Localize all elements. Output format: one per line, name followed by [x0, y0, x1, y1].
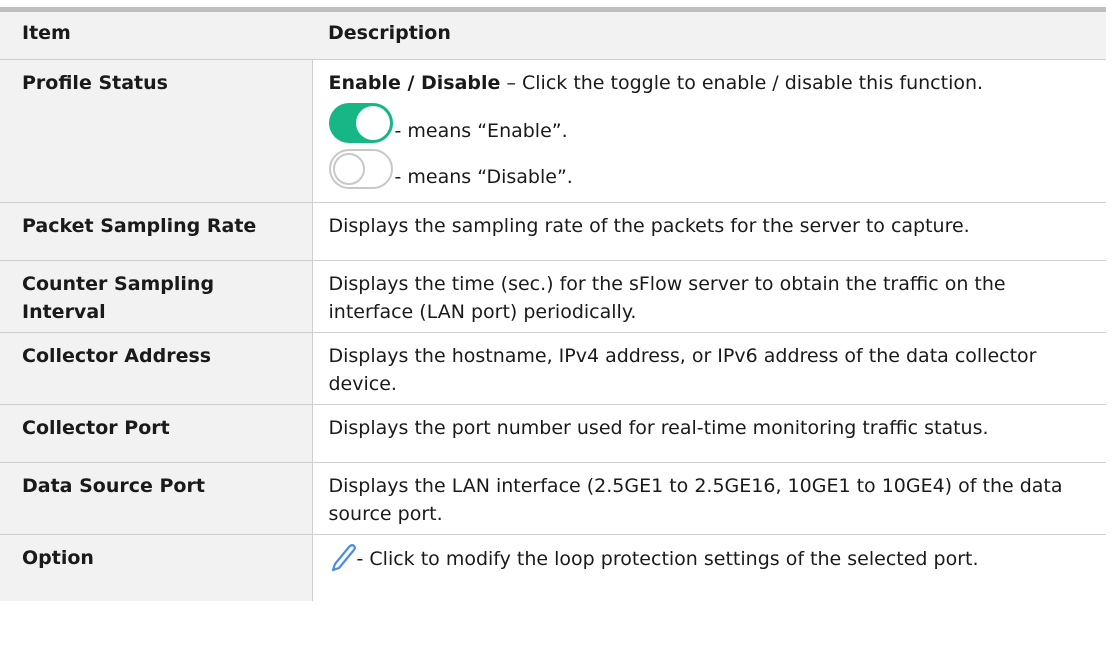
desc-text: Displays the port number used for real-t… [328, 417, 989, 439]
description-table: Item Description Profile Status Enable /… [0, 12, 1106, 601]
item-cell: Data Source Port [0, 462, 312, 535]
desc-cell: Enable / Disable – Click the toggle to e… [311, 59, 1107, 203]
item-label: Packet Sampling Rate [22, 215, 257, 237]
desc-text: Enable / Disable – Click the toggle to e… [313, 60, 1107, 97]
desc-text: Displays the sampling rate of the packet… [328, 215, 970, 237]
desc-text: Displays the time (sec.) for the sFlow s… [328, 273, 1006, 323]
table-row: Profile Status Enable / Disable – Click … [0, 59, 1107, 203]
item-label: Option [22, 547, 94, 569]
toggle-off-icon [328, 149, 393, 189]
item-label: Collector Port [22, 417, 170, 439]
option-desc-text: - Click to modify the loop protection se… [356, 548, 979, 570]
desc-cell: - Click to modify the loop protection se… [311, 534, 1107, 601]
item-cell: Option [0, 534, 312, 601]
pencil-icon [331, 544, 356, 571]
toggle-off-text: - means “Disable”. [394, 166, 573, 188]
item-cell: Collector Address [0, 332, 312, 405]
desc-text: Displays the hostname, IPv4 address, or … [328, 345, 1037, 395]
item-cell: Counter Sampling Interval [0, 260, 312, 333]
table-row: Packet Sampling Rate Displays the sampli… [0, 202, 1106, 261]
desc-cell: Displays the sampling rate of the packet… [311, 202, 1106, 261]
desc-text: Displays the LAN interface (2.5GE1 to 2.… [328, 475, 1063, 525]
toggle-on-example: - means “Enable”. [313, 97, 1107, 143]
item-cell: Collector Port [0, 404, 312, 463]
header-desc-label: Description [328, 22, 451, 44]
desc-cell: Displays the hostname, IPv4 address, or … [311, 332, 1106, 405]
item-cell: Profile Status [0, 59, 312, 203]
toggle-off-example: - means “Disable”. [313, 143, 1107, 189]
desc-bold-text: Enable / Disable [328, 72, 501, 94]
header-item-label: Item [22, 22, 71, 44]
desc-cell: Displays the time (sec.) for the sFlow s… [311, 260, 1106, 333]
item-cell: Packet Sampling Rate [0, 202, 312, 261]
table-header-row: Item Description [0, 12, 1106, 60]
toggle-on-icon [328, 103, 393, 143]
item-label: Collector Address [22, 345, 212, 367]
desc-cell: Displays the port number used for real-t… [311, 404, 1106, 463]
desc-cell: Displays the LAN interface (2.5GE1 to 2.… [311, 462, 1106, 535]
header-desc-cell: Description [312, 12, 1106, 60]
table-row: Data Source Port Displays the LAN interf… [0, 462, 1106, 535]
header-item-cell: Item [0, 12, 312, 60]
item-label: Counter Sampling Interval [22, 273, 215, 323]
item-label: Profile Status [22, 72, 168, 94]
item-label: Data Source Port [22, 475, 205, 497]
desc-rest-text: – Click the toggle to enable / disable t… [500, 72, 984, 94]
toggle-on-text: - means “Enable”. [394, 120, 568, 142]
table-row: Option - Click to modify the loop protec… [0, 534, 1107, 601]
document-page: Item Description Profile Status Enable /… [0, 0, 1120, 654]
option-line: - Click to modify the loop protection se… [313, 535, 1107, 571]
table-row: Collector Address Displays the hostname,… [0, 332, 1106, 405]
table-row: Counter Sampling Interval Displays the t… [0, 260, 1106, 333]
table-row: Collector Port Displays the port number … [0, 404, 1106, 463]
